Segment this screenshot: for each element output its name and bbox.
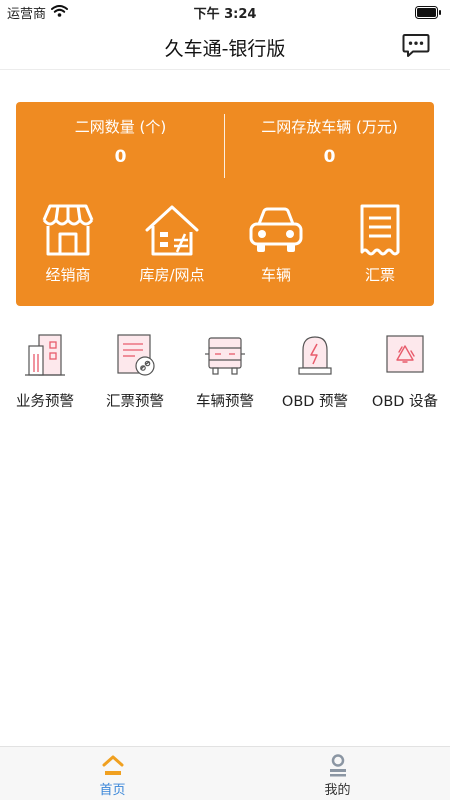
page-title: 久车通-银行版 xyxy=(164,38,286,60)
battery-icon xyxy=(415,4,442,23)
stored-vehicles-value[interactable]: 二网存放车辆 (万元) 0 xyxy=(225,116,434,167)
vehicle-alert-button[interactable]: 车辆预警 xyxy=(180,332,270,411)
vehicle-alert-label: 车辆预警 xyxy=(196,394,254,410)
obd-device-button[interactable]: OBD 设备 xyxy=(360,332,450,411)
bill-alert-button[interactable]: 汇票预警 xyxy=(90,332,180,411)
tab-profile-label: 我的 xyxy=(324,783,351,798)
stat-label: 二网存放车辆 (万元) xyxy=(261,118,398,136)
profile-icon xyxy=(329,754,346,777)
storefront-icon xyxy=(42,204,94,256)
obd-alert-button[interactable]: OBD 预警 xyxy=(270,332,360,411)
vehicle-label: 车辆 xyxy=(260,266,291,284)
tab-home[interactable]: 首页 xyxy=(0,747,225,801)
bill-label: 汇票 xyxy=(364,266,395,284)
dealer-button[interactable]: 经销商 xyxy=(16,202,120,285)
buildings-icon xyxy=(25,334,65,376)
business-alert-label: 业务预警 xyxy=(16,394,74,410)
status-time: 下午 3:24 xyxy=(193,7,257,22)
chat-bubble-icon xyxy=(402,34,430,57)
tab-home-label: 首页 xyxy=(99,783,126,798)
obd-alert-label: OBD 预警 xyxy=(281,394,349,410)
message-button[interactable] xyxy=(402,33,430,59)
dealer-network-count[interactable]: 二网数量 (个) 0 xyxy=(16,116,225,167)
alerts-grid: 业务预警 汇票预警 车辆预警 OBD 预警 OBD 设备 xyxy=(0,332,450,422)
vehicle-button[interactable]: 车辆 xyxy=(224,202,328,285)
bill-link-icon xyxy=(117,334,155,376)
recycle-device-icon xyxy=(386,335,424,373)
dealer-label: 经销商 xyxy=(45,266,91,284)
stat-value: 0 xyxy=(323,147,336,167)
tab-bar: 首页 我的 xyxy=(0,746,450,800)
home-icon xyxy=(102,755,123,775)
warehouse-icon xyxy=(145,205,199,256)
navigation-bar: 久车通-银行版 xyxy=(0,22,450,70)
stat-value: 0 xyxy=(114,147,127,167)
warehouse-button[interactable]: 库房/网点 xyxy=(120,202,224,285)
alarm-light-icon xyxy=(298,336,332,375)
bill-icon xyxy=(360,204,400,256)
car-icon xyxy=(249,207,303,252)
business-alert-button[interactable]: 业务预警 xyxy=(0,332,90,411)
stat-label: 二网数量 (个) xyxy=(74,118,167,136)
tab-profile[interactable]: 我的 xyxy=(225,747,450,801)
warehouse-label: 库房/网点 xyxy=(139,266,205,284)
obd-device-label: OBD 设备 xyxy=(371,394,439,410)
bill-alert-label: 汇票预警 xyxy=(106,394,164,410)
summary-card: 二网数量 (个) 0 二网存放车辆 (万元) 0 经销商 库房/网点 车辆 汇票 xyxy=(16,102,434,306)
bill-button[interactable]: 汇票 xyxy=(328,202,432,285)
status-bar: 运营商 下午 3:24 xyxy=(0,0,450,22)
truck-icon xyxy=(205,337,245,375)
